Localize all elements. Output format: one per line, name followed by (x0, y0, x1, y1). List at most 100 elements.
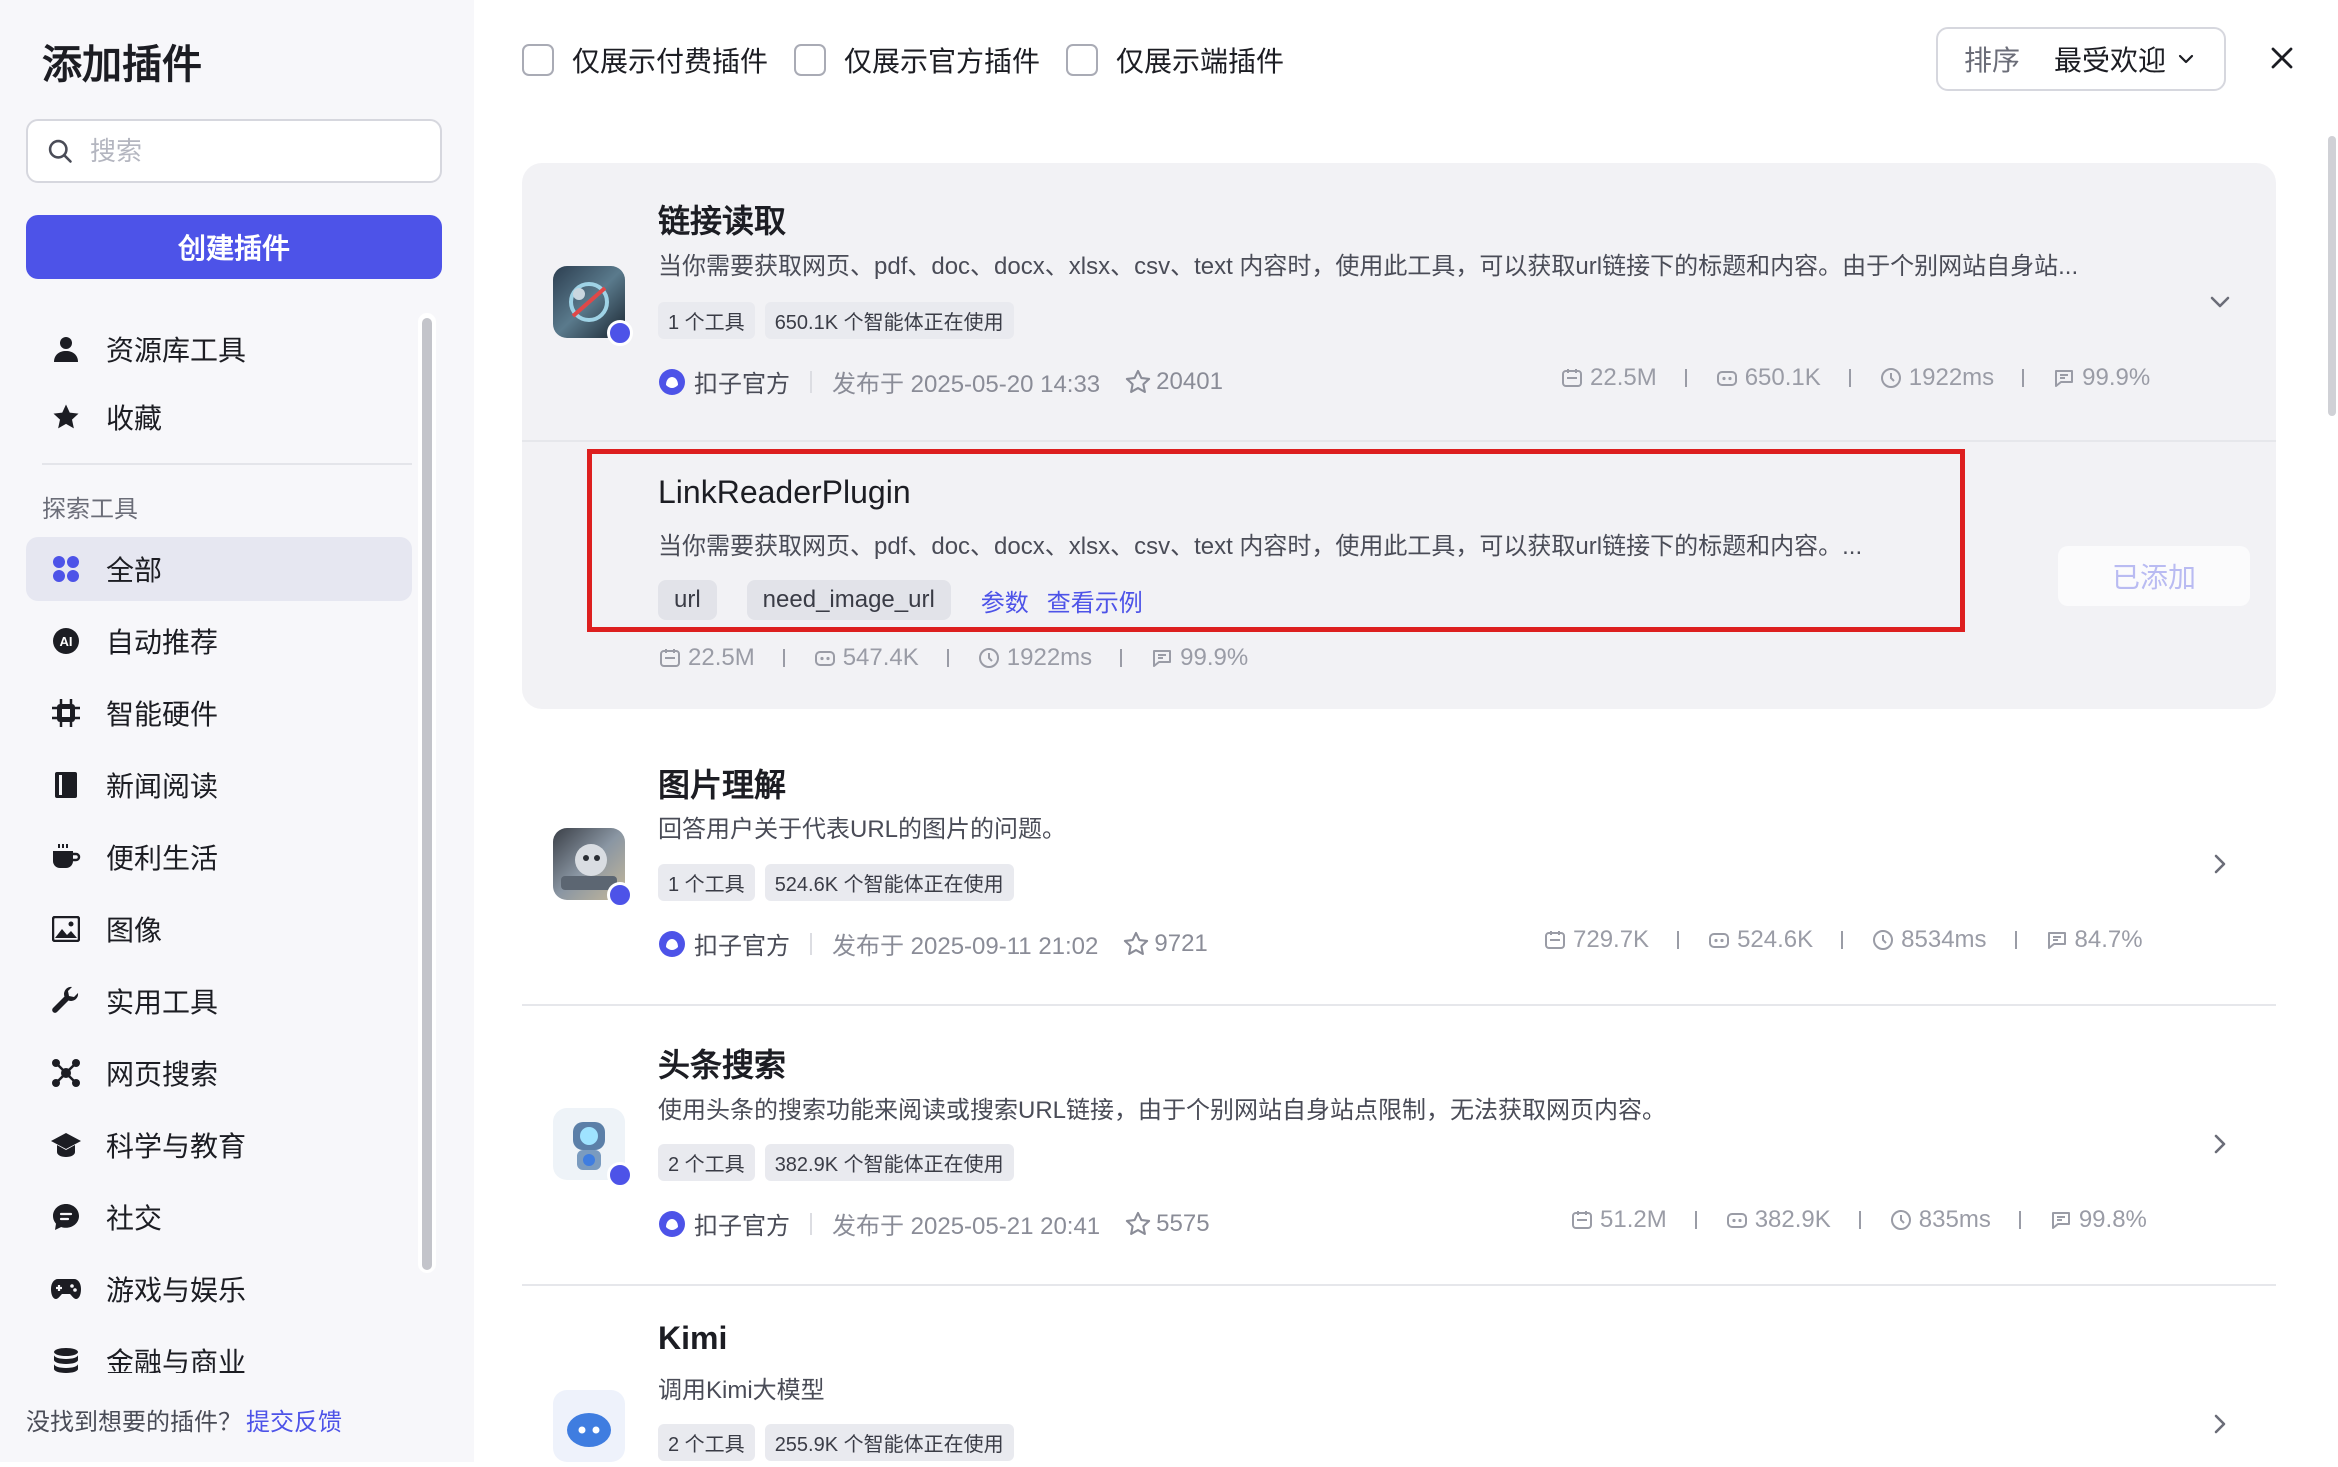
search-box[interactable] (26, 119, 442, 183)
plugin-name[interactable]: 链接读取 (658, 196, 786, 242)
sidebar-item-smart-hardware[interactable]: 智能硬件 (26, 681, 412, 745)
usage-tag: 255.9K 个智能体正在使用 (764, 1424, 1014, 1461)
plugin-name[interactable]: 头条搜索 (658, 1040, 786, 1086)
star-icon (50, 401, 82, 433)
filter-paid-only[interactable]: 仅展示付费插件 (522, 40, 768, 80)
official-badge-icon (607, 882, 633, 908)
sidebar-item-games-entertainment[interactable]: 游戏与娱乐 (26, 1257, 412, 1321)
plugin-stats: 22.5M 650.1K 1922ms 99.9% (1560, 364, 2150, 392)
sidebar-divider (42, 463, 412, 465)
chevron-right-icon[interactable] (2206, 1410, 2234, 1438)
chip-icon (50, 697, 82, 729)
official-logo-icon (659, 368, 685, 395)
sidebar-item-favorites[interactable]: 收藏 (26, 385, 412, 449)
sidebar-item-label: 实用工具 (106, 987, 219, 1018)
publisher: 扣子官方 (694, 1213, 790, 1240)
plugin-icon-toutiao-search (553, 1108, 633, 1188)
star-count: 9721 (1154, 929, 1208, 957)
filter-label: 仅展示官方插件 (844, 46, 1041, 77)
star-outline-icon[interactable] (1122, 930, 1150, 958)
sidebar-item-finance-business[interactable]: 金融与商业 (26, 1329, 412, 1373)
sidebar-item-label: 金融与商业 (106, 1347, 247, 1373)
sidebar-item-social[interactable]: 社交 (26, 1185, 412, 1249)
close-icon[interactable] (2266, 42, 2298, 74)
filter-device-only[interactable]: 仅展示端插件 (1066, 40, 1284, 80)
sidebar-item-science-education[interactable]: 科学与教育 (26, 1113, 412, 1177)
star-outline-icon[interactable] (1124, 368, 1152, 396)
ai-icon: AI (50, 625, 82, 657)
search-input[interactable] (88, 134, 408, 168)
tool-count-tag: 2 个工具 (658, 1424, 755, 1461)
checkbox[interactable] (522, 44, 554, 76)
sidebar-item-label: 便利生活 (106, 843, 219, 874)
clock-icon (1890, 1210, 1911, 1230)
sort-label: 排序 (1964, 45, 2021, 76)
feedback-link[interactable]: 提交反馈 (246, 1409, 342, 1436)
chevron-down-icon[interactable] (2206, 288, 2234, 316)
checkbox[interactable] (1066, 44, 1098, 76)
checkbox[interactable] (794, 44, 826, 76)
official-logo-icon (659, 930, 685, 957)
bot-icon (1716, 371, 1737, 386)
star-outline-icon[interactable] (1124, 1210, 1152, 1238)
database-icon (50, 1345, 82, 1373)
message-icon (2055, 370, 2074, 387)
publish-date: 发布于 2025-09-11 21:02 (832, 933, 1099, 960)
stat-bots: 547.4K (813, 644, 919, 672)
sidebar-item-all[interactable]: 全部 (26, 537, 412, 601)
svg-text:AI: AI (60, 634, 73, 649)
divider (810, 1212, 812, 1235)
plugin-description: 回答用户关于代表URL的图片的问题。 (658, 816, 1067, 843)
sidebar: 添加插件 创建插件 资源库工具 收藏 探索工具 全部 AI 自动推荐 智能硬件 (0, 0, 474, 1462)
plugin-stats: 51.2M 382.9K 835ms 99.8% (1570, 1206, 2147, 1234)
plugin-name[interactable]: Kimi (658, 1320, 727, 1357)
chevron-right-icon[interactable] (2206, 850, 2234, 878)
sidebar-item-image[interactable]: 图像 (26, 897, 412, 961)
divider (810, 370, 812, 393)
plugin-tags: 1 个工具 524.6K 个智能体正在使用 (658, 864, 1014, 901)
plugin-description: 当你需要获取网页、pdf、doc、docx、xlsx、csv、text 内容时，… (658, 253, 2079, 280)
main-scrollbar[interactable] (2328, 136, 2336, 416)
tool-count-tag: 1 个工具 (658, 864, 755, 901)
sidebar-item-convenient-life[interactable]: 便利生活 (26, 825, 412, 889)
params-link[interactable]: 参数 (981, 583, 1029, 618)
tool-description: 当你需要获取网页、pdf、doc、docx、xlsx、csv、text 内容时，… (658, 533, 1863, 560)
chevron-down-icon (2178, 54, 2194, 64)
usage-tag: 382.9K 个智能体正在使用 (764, 1144, 1014, 1181)
tool-params: url need_image_url 参数 查看示例 (658, 580, 1143, 620)
calls-icon (1545, 931, 1565, 949)
sidebar-item-label: 自动推荐 (106, 627, 219, 658)
message-icon (2051, 1212, 2070, 1229)
calls-icon (660, 649, 680, 667)
plugin-name[interactable]: 图片理解 (658, 760, 786, 806)
sidebar-item-library-tools[interactable]: 资源库工具 (26, 317, 412, 381)
sidebar-item-auto-recommend[interactable]: AI 自动推荐 (26, 609, 412, 673)
publish-date: 发布于 2025-05-21 20:41 (832, 1213, 1101, 1240)
param-tag: url (658, 580, 717, 620)
sidebar-item-web-search[interactable]: 网页搜索 (26, 1041, 412, 1105)
sidebar-item-label: 收藏 (106, 403, 163, 434)
sidebar-scrollbar[interactable] (422, 318, 432, 1270)
view-example-link[interactable]: 查看示例 (1047, 583, 1143, 618)
tool-count-tag: 2 个工具 (658, 1144, 755, 1181)
sort-dropdown[interactable]: 排序 最受欢迎 (1936, 27, 2226, 91)
card-inner-divider (522, 440, 2276, 442)
clock-icon (1873, 930, 1894, 950)
section-label: 探索工具 (42, 496, 138, 523)
gamepad-icon (50, 1273, 82, 1305)
stat-calls: 22.5M (1560, 364, 1657, 392)
stat-calls: 22.5M (658, 644, 755, 672)
feedback-line: 没找到想要的插件？ 提交反馈 (26, 1402, 342, 1437)
sidebar-item-utilities[interactable]: 实用工具 (26, 969, 412, 1033)
chevron-right-icon[interactable] (2206, 1130, 2234, 1158)
stat-bots: 524.6K (1707, 926, 1813, 954)
added-button[interactable]: 已添加 (2058, 546, 2250, 606)
cup-icon (50, 841, 82, 873)
stat-success: 99.9% (2052, 364, 2150, 392)
sidebar-item-news-reading[interactable]: 新闻阅读 (26, 753, 412, 817)
clock-icon (978, 648, 999, 668)
filter-official-only[interactable]: 仅展示官方插件 (794, 40, 1040, 80)
book-icon (50, 769, 82, 801)
create-plugin-button[interactable]: 创建插件 (26, 215, 442, 279)
plugin-stats: 729.7K 524.6K 8534ms 84.7% (1543, 926, 2143, 954)
